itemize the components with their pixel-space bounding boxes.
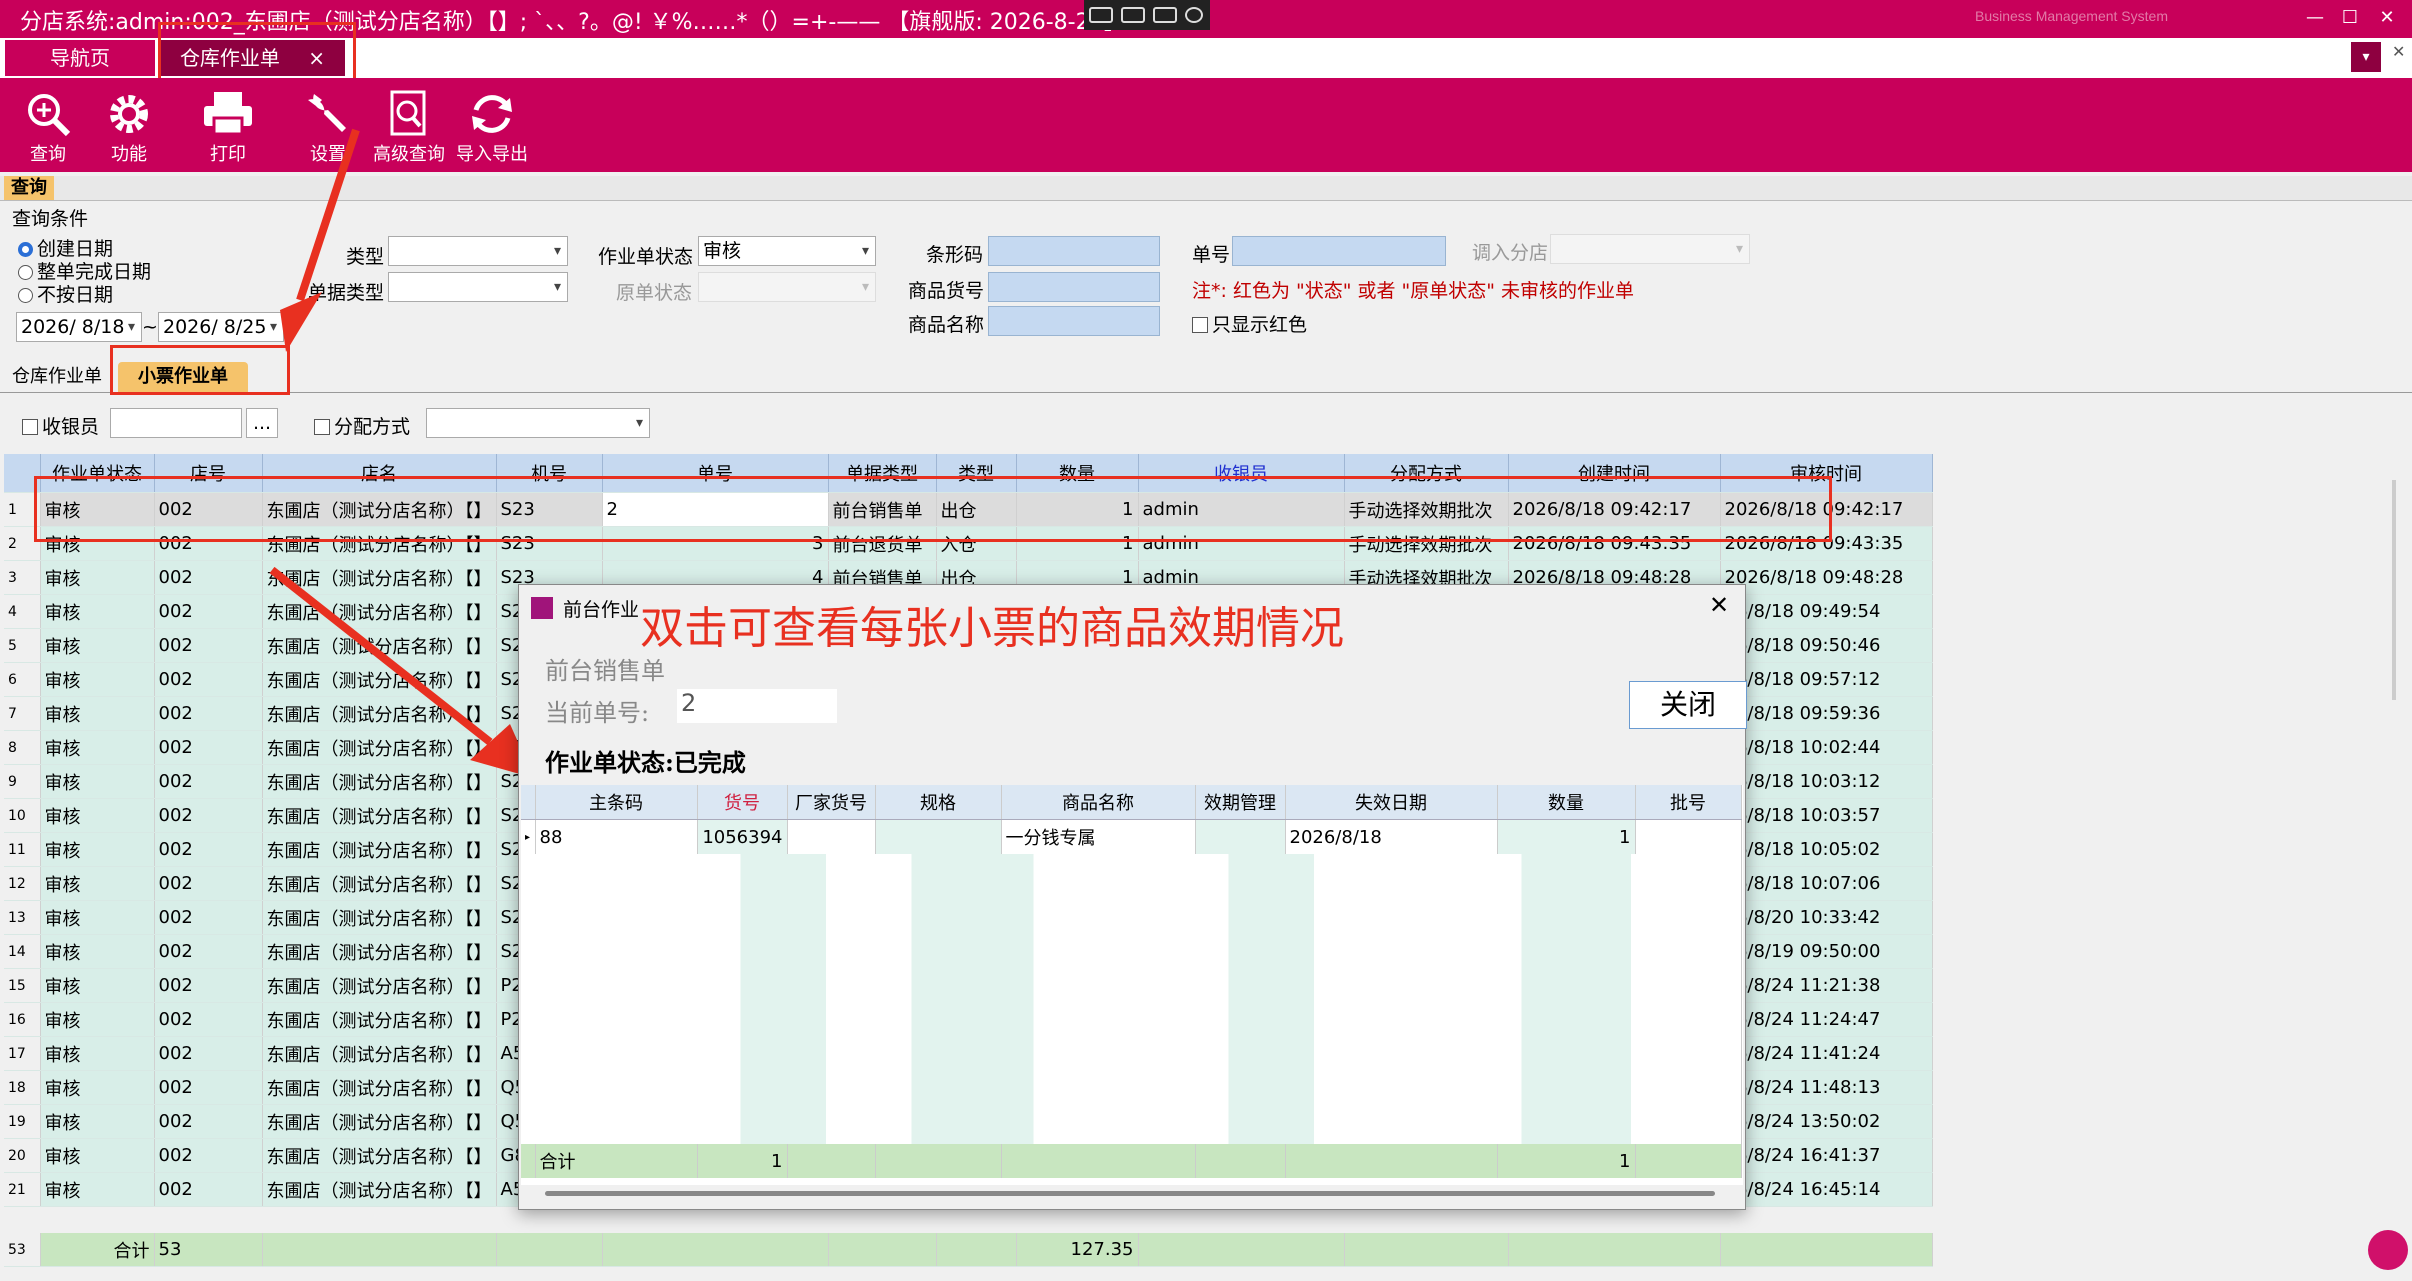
cell-qty: 1: [1497, 819, 1636, 854]
popup-col-header[interactable]: 规格: [875, 785, 1002, 820]
row-indicator-icon: ▸: [521, 819, 536, 854]
popup-empty-area: [521, 854, 1742, 1144]
annotation-text: 双击可查看每张小票的商品效期情况: [640, 603, 1344, 654]
arrow-head: [280, 292, 322, 352]
popup-col-header[interactable]: 主条码: [535, 785, 698, 820]
popup-row[interactable]: ▸ 88 1056394 一分钱专属 2026/8/18 1: [521, 819, 1742, 854]
cell-vendor-no: [787, 819, 876, 854]
popup-col-header[interactable]: 效期管理: [1195, 785, 1286, 820]
cell-barcode: 88: [535, 819, 698, 854]
popup-col-header[interactable]: 货号: [697, 785, 788, 820]
front-desk-popup: 前台作业 ✕ 前台销售单 当前单号: 2 作业单状态:已完成 关闭 主条码 货号…: [518, 584, 1747, 1210]
popup-grid: 主条码 货号 厂家货号 规格 商品名称 效期管理 失效日期 数量 批号 ▸ 88…: [521, 785, 1743, 1185]
popup-col-header[interactable]: 失效日期: [1285, 785, 1498, 820]
popup-col-header[interactable]: 商品名称: [1001, 785, 1196, 820]
arrow-line: [296, 128, 360, 302]
popup-current-no-label: 当前单号:: [545, 699, 650, 727]
popup-doc-type: 前台销售单: [545, 657, 665, 685]
cell-item-no: 1056394: [697, 819, 788, 854]
popup-close-button[interactable]: 关闭: [1629, 681, 1747, 729]
popup-total-qty: 1: [1497, 1144, 1636, 1178]
popup-total-count: 1: [697, 1144, 788, 1178]
cell-spec: [875, 819, 1002, 854]
cell-expiry-date: 2026/8/18: [1285, 819, 1498, 854]
popup-grid-corner: [521, 785, 536, 820]
popup-total-row: 合计 1 1: [521, 1144, 1742, 1178]
popup-col-header[interactable]: 厂家货号: [787, 785, 876, 820]
cell-item-name: 一分钱专属: [1001, 819, 1196, 854]
popup-close-icon[interactable]: ✕: [1709, 591, 1729, 619]
chat-icon[interactable]: [2368, 1230, 2408, 1270]
popup-title: 前台作业: [563, 599, 640, 621]
cell-expiry-mgmt: [1195, 819, 1286, 854]
popup-current-no: 2: [677, 689, 837, 723]
arrow-line: [269, 566, 493, 746]
popup-col-header[interactable]: 数量: [1497, 785, 1636, 820]
app-icon: [531, 597, 553, 619]
popup-hscrollbar[interactable]: [545, 1191, 1715, 1196]
popup-col-header[interactable]: 批号: [1635, 785, 1742, 820]
popup-total-label: 合计: [535, 1144, 698, 1178]
cell-batch: [1635, 819, 1742, 854]
popup-status: 作业单状态:已完成: [545, 748, 746, 777]
